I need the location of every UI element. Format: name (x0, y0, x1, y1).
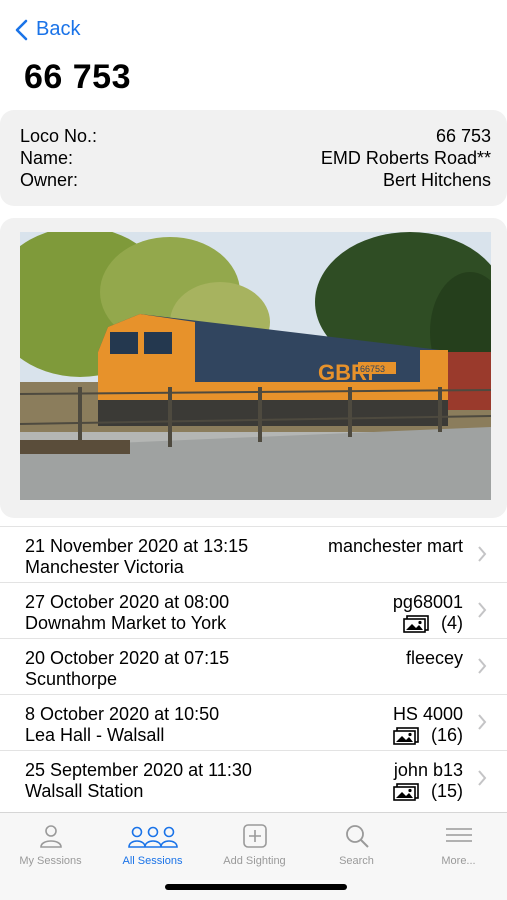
session-user: fleecey (405, 648, 463, 668)
session-location: Scunthorpe (25, 669, 118, 689)
session-location: Downahm Market to York (25, 613, 227, 633)
info-value: EMD Roberts Road** (320, 148, 491, 168)
tab-label: More... (441, 855, 476, 867)
session-row[interactable]: 21 November 2020 at 13:15 Manchester Vic… (0, 526, 507, 582)
session-date: 21 November 2020 at 13:15 (25, 536, 249, 556)
tab-all-sessions[interactable]: All Sessions (102, 823, 203, 867)
navigation-bar: Back 66 753 (0, 0, 507, 110)
photo-count: (15) (393, 781, 463, 802)
tab-label: All Sessions (122, 855, 183, 867)
session-date: 8 October 2020 at 10:50 (25, 704, 220, 724)
session-location: Walsall Station (25, 781, 144, 801)
chevron-right-icon (478, 546, 487, 562)
home-indicator[interactable] (165, 884, 347, 890)
photo-card: GBRf 66753 (0, 218, 507, 518)
people-icon (127, 826, 178, 848)
session-location: Manchester Victoria (25, 557, 184, 577)
info-row-loco-no: Loco No.: 66 753 (20, 126, 491, 147)
person-icon (39, 825, 62, 848)
photos-icon (393, 782, 419, 801)
photo-count: (4) (403, 613, 463, 634)
session-date: 27 October 2020 at 08:00 (25, 592, 230, 612)
chevron-right-icon (478, 602, 487, 618)
photo-count-text: (4) (441, 613, 463, 633)
number-plate-text: 66753 (360, 364, 385, 374)
tab-search[interactable]: Search (306, 823, 407, 867)
session-user: manchester mart (327, 536, 463, 556)
session-user: pg68001 (392, 592, 463, 612)
session-row[interactable]: 8 October 2020 at 10:50 Lea Hall - Walsa… (0, 694, 507, 750)
session-date: 25 September 2020 at 11:30 (25, 760, 252, 780)
chevron-left-icon (15, 19, 28, 40)
info-value: Bert Hitchens (382, 170, 491, 190)
tab-label: Add Sighting (223, 855, 286, 867)
plus-square-icon (242, 824, 267, 848)
back-label: Back (36, 18, 81, 40)
info-label: Loco No.: (20, 126, 98, 146)
loco-info-card: Loco No.: 66 753 Name: EMD Roberts Road*… (0, 110, 507, 206)
info-label: Name: (20, 148, 74, 168)
session-date: 20 October 2020 at 07:15 (25, 648, 230, 668)
page-title: 66 753 (24, 58, 131, 96)
locomotive-photo[interactable]: GBRf 66753 (20, 232, 491, 500)
search-icon (345, 825, 369, 848)
session-user: HS 4000 (392, 704, 463, 724)
info-value: 66 753 (435, 126, 491, 146)
tab-label: Search (339, 855, 374, 867)
photo-count-text: (15) (430, 781, 463, 801)
tab-add-sighting[interactable]: Add Sighting (204, 823, 305, 867)
tab-more[interactable]: More... (408, 823, 507, 867)
session-row[interactable]: 27 October 2020 at 08:00 Downahm Market … (0, 582, 507, 638)
session-user: john b13 (393, 760, 463, 780)
photos-icon (403, 614, 429, 633)
photo-count: (16) (393, 725, 463, 746)
photos-icon (393, 726, 419, 745)
tab-my-sessions[interactable]: My Sessions (0, 823, 101, 867)
chevron-right-icon (478, 770, 487, 786)
tab-label: My Sessions (19, 855, 82, 867)
session-location: Lea Hall - Walsall (25, 725, 165, 745)
session-row[interactable]: 20 October 2020 at 07:15 Scunthorpe flee… (0, 638, 507, 694)
info-label: Owner: (20, 170, 79, 190)
menu-lines-icon (445, 828, 472, 842)
back-button[interactable]: Back (14, 18, 80, 41)
chevron-right-icon (478, 658, 487, 674)
photo-count-text: (16) (430, 725, 463, 745)
info-row-owner: Owner: Bert Hitchens (20, 170, 491, 191)
chevron-right-icon (478, 714, 487, 730)
session-row[interactable]: 25 September 2020 at 11:30 Walsall Stati… (0, 750, 507, 806)
info-row-name: Name: EMD Roberts Road** (20, 148, 491, 169)
